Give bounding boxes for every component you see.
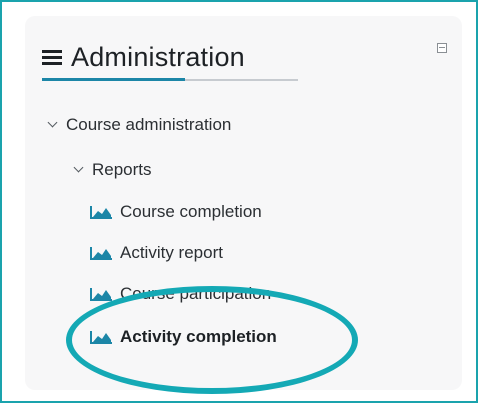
report-link-course-completion[interactable]: Course completion <box>90 202 262 222</box>
report-link-course-participation[interactable]: Course participation <box>90 284 271 304</box>
block-title: Administration <box>71 42 245 72</box>
report-chart-icon <box>90 206 112 219</box>
block-header: Administration <box>42 42 245 73</box>
administration-block: Administration Course administration Rep… <box>25 16 462 390</box>
report-link-label: Course participation <box>120 284 272 303</box>
report-chart-icon <box>90 331 112 344</box>
report-link-label: Course completion <box>120 202 262 221</box>
hamburger-icon[interactable] <box>42 50 62 65</box>
chevron-down-icon <box>47 117 58 128</box>
report-link-activity-completion[interactable]: Activity completion <box>90 327 277 347</box>
report-link-activity-report[interactable]: Activity report <box>90 243 223 263</box>
chevron-down-icon <box>73 162 84 173</box>
report-chart-icon <box>90 288 112 301</box>
collapse-block-icon[interactable] <box>437 43 447 53</box>
report-chart-icon <box>90 247 112 260</box>
screenshot-frame: Administration Course administration Rep… <box>0 0 478 403</box>
tree-node-label: Course administration <box>66 115 232 134</box>
tree-node-course-administration[interactable]: Course administration <box>47 115 232 135</box>
report-link-label: Activity report <box>120 243 223 262</box>
tree-node-label: Reports <box>92 160 152 179</box>
tree-node-reports[interactable]: Reports <box>73 160 152 180</box>
report-link-label: Activity completion <box>120 327 277 346</box>
title-underline-accent <box>42 78 185 81</box>
